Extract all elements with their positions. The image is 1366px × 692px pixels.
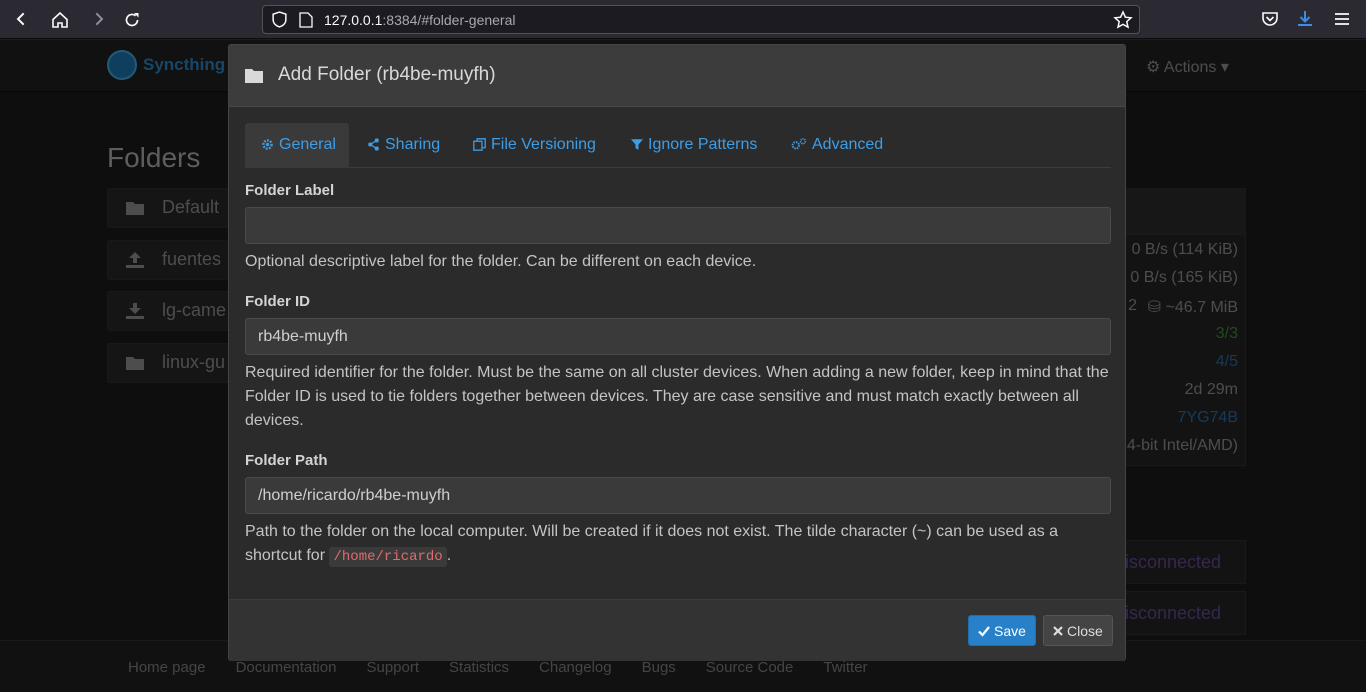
close-button[interactable]: Close: [1043, 615, 1113, 646]
cogs-icon: [791, 138, 807, 150]
dialog-tabs: General Sharing File Versioning Ignore P…: [245, 123, 1111, 168]
home-button[interactable]: [46, 6, 74, 34]
dialog-footer: Save Close: [229, 599, 1125, 661]
folder-path-help: Path to the folder on the local computer…: [245, 523, 1059, 567]
shield-icon[interactable]: [271, 11, 288, 28]
copy-icon: [473, 138, 486, 151]
downloads-button[interactable]: [1294, 8, 1316, 30]
folder-icon: [245, 69, 263, 83]
gear-icon: [262, 139, 273, 150]
dialog-title: Add Folder (rb4be-muyfh): [278, 64, 496, 85]
add-folder-dialog: Add Folder (rb4be-muyfh) General Sharing…: [228, 44, 1126, 661]
download-icon: [1298, 11, 1312, 26]
hamburger-menu-icon: [1335, 13, 1349, 25]
home-icon: [52, 12, 68, 28]
pocket-button[interactable]: [1259, 8, 1281, 30]
folder-path-input[interactable]: [245, 477, 1111, 514]
menu-button[interactable]: [1331, 8, 1353, 30]
folder-label-help: Optional descriptive label for the folde…: [245, 253, 757, 270]
check-icon: [978, 625, 990, 637]
arrow-left-icon: [16, 12, 31, 26]
reload-icon: [125, 13, 139, 27]
share-icon: [368, 138, 379, 151]
folder-path-heading: Folder Path: [245, 452, 328, 469]
folder-label-input[interactable]: [245, 207, 1111, 244]
folder-id-help: Required identifier for the folder. Must…: [245, 364, 1109, 429]
filter-icon: [631, 139, 643, 150]
reload-button[interactable]: [118, 6, 146, 34]
tab-ignore-patterns[interactable]: Ignore Patterns: [631, 123, 757, 168]
pocket-icon: [1262, 12, 1278, 26]
page-icon[interactable]: [299, 12, 313, 28]
back-button[interactable]: [10, 6, 38, 34]
bookmark-star-icon[interactable]: [1113, 10, 1133, 30]
forward-button[interactable]: [82, 6, 110, 34]
home-path-code: /home/ricardo: [329, 547, 447, 567]
folder-id-heading: Folder ID: [245, 293, 311, 310]
save-button[interactable]: Save: [968, 615, 1036, 646]
url-text[interactable]: 127.0.0.1:8384/#folder-general: [324, 12, 516, 28]
tab-advanced[interactable]: Advanced: [791, 123, 883, 168]
url-bar[interactable]: 127.0.0.1:8384/#folder-general: [262, 5, 1140, 34]
browser-toolbar: 127.0.0.1:8384/#folder-general: [0, 0, 1366, 39]
tab-sharing[interactable]: Sharing: [367, 123, 440, 168]
arrow-right-icon: [89, 12, 104, 26]
tab-general[interactable]: General: [245, 123, 349, 168]
dialog-header: Add Folder (rb4be-muyfh): [229, 45, 1125, 107]
close-icon: [1053, 625, 1063, 636]
tab-file-versioning[interactable]: File Versioning: [473, 123, 596, 168]
folder-id-input[interactable]: [245, 318, 1111, 355]
folder-label-heading: Folder Label: [245, 182, 335, 199]
